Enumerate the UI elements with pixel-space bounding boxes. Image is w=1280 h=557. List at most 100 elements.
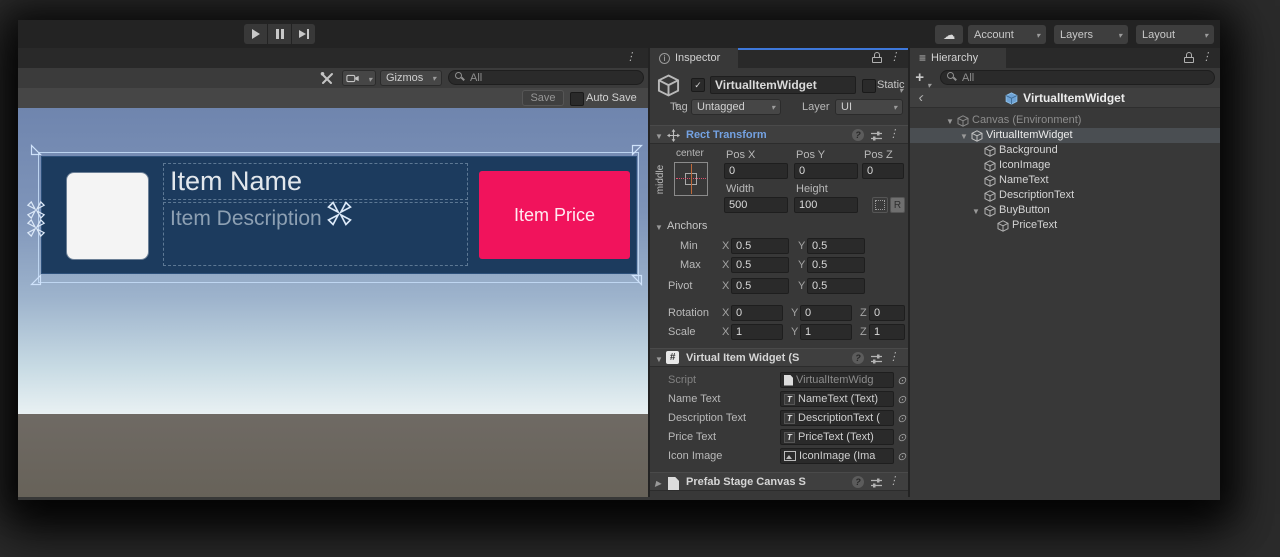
- pivot-y-field[interactable]: 0.5: [807, 278, 865, 294]
- rotation-x-field[interactable]: 0: [731, 305, 783, 321]
- hierarchy-menu-kebab-icon[interactable]: [1201, 52, 1212, 63]
- name-text-object-field[interactable]: NameText (Text): [780, 391, 894, 407]
- scene-viewport[interactable]: Item Name Item Description Item Price: [18, 108, 648, 497]
- lock-icon[interactable]: [1184, 52, 1194, 63]
- preset-icon[interactable]: [870, 130, 883, 142]
- static-checkbox[interactable]: [862, 79, 876, 93]
- tab-inspector[interactable]: Inspector: [650, 48, 738, 68]
- account-dropdown[interactable]: Account: [968, 25, 1046, 44]
- help-icon[interactable]: [852, 352, 864, 364]
- layer-dropdown[interactable]: UI: [835, 99, 903, 115]
- auto-save-checkbox[interactable]: [570, 92, 584, 106]
- hierarchy-row-descriptiontext[interactable]: DescriptionText: [910, 188, 1220, 203]
- kebab-icon[interactable]: [888, 476, 899, 487]
- max-y-field[interactable]: 0.5: [807, 257, 865, 273]
- tools-icon[interactable]: [320, 71, 334, 85]
- gizmos-dropdown[interactable]: Gizmos: [380, 70, 442, 86]
- preset-icon[interactable]: [870, 477, 883, 489]
- pos-y-field[interactable]: 0: [794, 163, 858, 179]
- hierarchy-row-canvas[interactable]: Canvas (Environment): [910, 113, 1220, 128]
- create-object-button[interactable]: [915, 71, 924, 84]
- foldout-icon[interactable]: [960, 132, 968, 141]
- object-picker-icon[interactable]: [897, 374, 906, 387]
- kebab-icon[interactable]: [888, 352, 899, 363]
- object-picker-icon[interactable]: [897, 450, 906, 463]
- kebab-icon[interactable]: [888, 129, 899, 140]
- pivot-x-field[interactable]: 0.5: [731, 278, 789, 294]
- object-picker-icon[interactable]: [897, 393, 906, 406]
- scale-z-field[interactable]: 1: [869, 324, 905, 340]
- save-button[interactable]: Save: [522, 90, 564, 106]
- scale-x-field[interactable]: 1: [731, 324, 783, 340]
- raw-edit-mode-button[interactable]: R: [890, 197, 905, 213]
- anchor-preset-widget[interactable]: [674, 162, 708, 196]
- foldout-icon[interactable]: [946, 117, 954, 126]
- gameobject-cube-icon[interactable]: [657, 74, 680, 97]
- pause-button[interactable]: [268, 24, 291, 44]
- inspector-menu-kebab-icon[interactable]: [889, 52, 900, 63]
- pos-z-label: Pos Z: [864, 149, 893, 161]
- foldout-icon[interactable]: [972, 207, 980, 216]
- help-icon[interactable]: [852, 476, 864, 488]
- blueprint-mode-button[interactable]: [872, 197, 888, 213]
- anchor-gizmo-icon[interactable]: [26, 200, 46, 220]
- cloud-services-button[interactable]: [935, 25, 963, 44]
- layers-dropdown[interactable]: Layers: [1054, 25, 1128, 44]
- prefab-stage-canvas-header[interactable]: Prefab Stage Canvas S: [650, 472, 908, 491]
- corner-handle-icon[interactable]: [631, 274, 643, 286]
- width-field[interactable]: 500: [724, 197, 788, 213]
- hierarchy-row-buybutton[interactable]: BuyButton: [910, 203, 1220, 218]
- rotation-y-field[interactable]: 0: [800, 305, 852, 321]
- hierarchy-row-virtualitemwidget[interactable]: VirtualItemWidget: [910, 128, 1220, 143]
- active-checkbox[interactable]: [691, 78, 705, 92]
- widget-buy-button[interactable]: Item Price: [479, 171, 630, 259]
- layout-dropdown[interactable]: Layout: [1136, 25, 1214, 44]
- script-object-field[interactable]: VirtualItemWidg: [780, 372, 894, 388]
- gameobject-name-field[interactable]: VirtualItemWidget: [710, 76, 856, 94]
- min-y-field[interactable]: 0.5: [807, 238, 865, 254]
- object-picker-icon[interactable]: [897, 412, 906, 425]
- height-field[interactable]: 100: [794, 197, 858, 213]
- max-x-field[interactable]: 0.5: [731, 257, 789, 273]
- tag-dropdown[interactable]: Untagged: [691, 99, 781, 115]
- anchor-gizmo-icon[interactable]: [26, 218, 46, 238]
- widget-name-rect[interactable]: Item Name: [163, 163, 468, 200]
- corner-handle-icon[interactable]: [631, 144, 643, 156]
- corner-handle-icon[interactable]: [30, 144, 42, 156]
- scale-y-field[interactable]: 1: [800, 324, 852, 340]
- hierarchy-row-background[interactable]: Background: [910, 143, 1220, 158]
- price-text-object-field[interactable]: PriceText (Text): [780, 429, 894, 445]
- rect-transform-header[interactable]: Rect Transform: [650, 125, 908, 144]
- corner-handle-icon[interactable]: [30, 274, 42, 286]
- foldout-icon[interactable]: [655, 355, 663, 364]
- hierarchy-row-nametext[interactable]: NameText: [910, 173, 1220, 188]
- widget-icon-image[interactable]: [67, 173, 148, 259]
- play-button[interactable]: [244, 24, 267, 44]
- foldout-icon[interactable]: [655, 223, 663, 232]
- preset-icon[interactable]: [870, 353, 883, 365]
- min-x-field[interactable]: 0.5: [731, 238, 789, 254]
- icon-image-object-field[interactable]: IconImage (Ima: [780, 448, 894, 464]
- camera-dropdown[interactable]: [342, 70, 376, 86]
- pos-z-field[interactable]: 0: [862, 163, 904, 179]
- scene-search-input[interactable]: All: [448, 70, 644, 85]
- hierarchy-search-input[interactable]: All: [940, 70, 1215, 85]
- breadcrumb[interactable]: VirtualItemWidget: [910, 88, 1220, 108]
- help-icon[interactable]: [852, 129, 864, 141]
- scene-menu-kebab-icon[interactable]: [625, 52, 636, 63]
- lock-icon[interactable]: [872, 52, 882, 63]
- static-dropdown-icon[interactable]: [899, 80, 903, 98]
- foldout-icon[interactable]: [655, 479, 661, 488]
- step-button[interactable]: [292, 24, 315, 44]
- anchor-gizmo-icon[interactable]: [326, 200, 353, 227]
- widget-description-rect[interactable]: Item Description: [163, 202, 468, 266]
- hierarchy-row-pricetext[interactable]: PriceText: [910, 218, 1220, 233]
- script-component-header[interactable]: Virtual Item Widget (S: [650, 348, 908, 367]
- description-text-object-field[interactable]: DescriptionText (: [780, 410, 894, 426]
- rotation-z-field[interactable]: 0: [869, 305, 905, 321]
- tab-hierarchy[interactable]: Hierarchy: [910, 48, 1006, 68]
- foldout-icon[interactable]: [655, 132, 663, 141]
- pos-x-field[interactable]: 0: [724, 163, 788, 179]
- hierarchy-row-iconimage[interactable]: IconImage: [910, 158, 1220, 173]
- object-picker-icon[interactable]: [897, 431, 906, 444]
